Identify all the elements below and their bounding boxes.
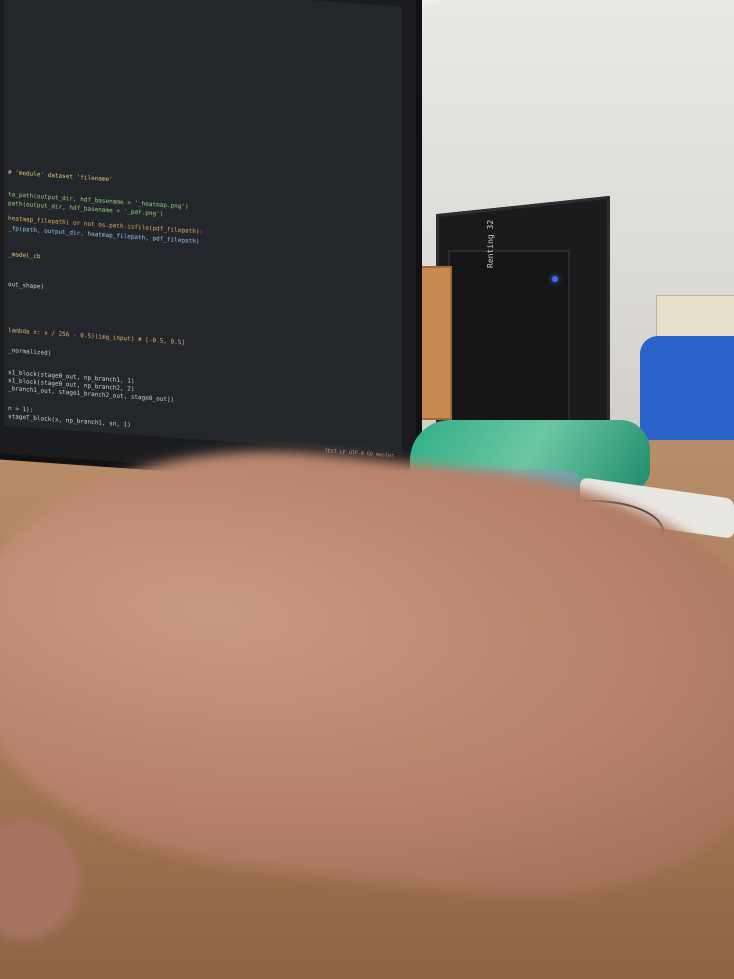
blue-chair [640, 336, 734, 451]
code-line: # 'module' dataset 'filename' [8, 169, 113, 184]
code-editor-screen: # 'module' dataset 'filename' ta_path(ou… [4, 0, 402, 462]
code-line: _normalized) [8, 347, 52, 358]
code-line: stageT_block(x, np_branch1, sn, 1) [8, 413, 131, 429]
code-line: out_shape) [8, 281, 45, 291]
foreground-monitor: # 'module' dataset 'filename' ta_path(ou… [0, 0, 422, 489]
code-line: lambda x: x / 256 - 0.5)(img_input) # [-… [8, 327, 186, 347]
power-led-icon [552, 276, 558, 282]
code-line: _model_cb [8, 251, 41, 261]
photo-scene: Renting 32 # 'module' dataset 'filename'… [0, 0, 734, 979]
pc-tower-label: Renting 32 [486, 219, 495, 268]
